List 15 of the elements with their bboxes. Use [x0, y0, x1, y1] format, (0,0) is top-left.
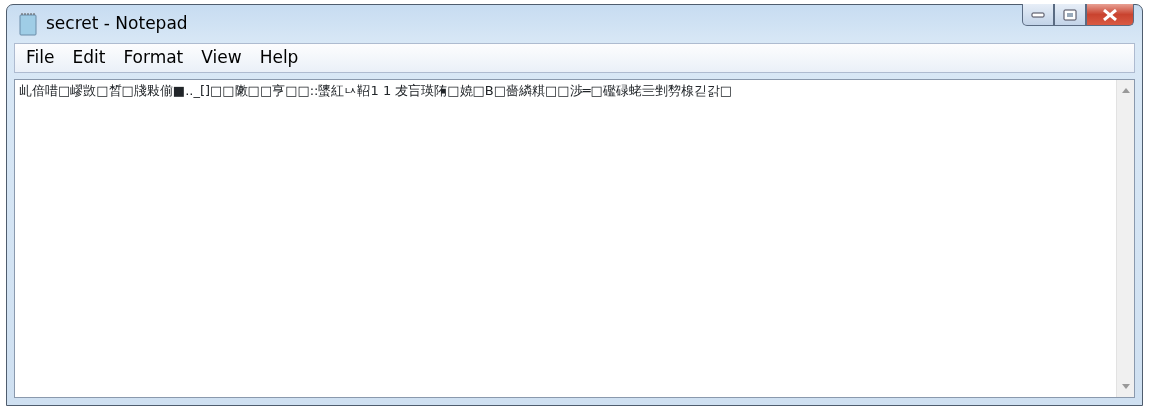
maximize-icon [1063, 8, 1077, 21]
menu-item[interactable]: Edit [65, 45, 113, 71]
close-icon [1102, 8, 1118, 21]
minimize-button[interactable] [1022, 4, 1054, 26]
window-title: secret - Notepad [46, 12, 188, 36]
close-button[interactable] [1086, 4, 1134, 26]
text-area[interactable]: 乢偣唶□嵺敳□晳□牋敤偂■.._[]□□敶□□亨□□::螴紅ㅧ鞀1 1 犮吂瑛陏□嬈□B□嗇繗粸□□渉═□礛碌蛯亖剉剓楾긷갉□ [14, 79, 1135, 398]
menu-item[interactable]: File [19, 45, 62, 71]
document-text: 乢偣唶□嵺敳□晳□牋敤偂■.._[]□□敶□□亨□□::螴紅ㅧ鞀1 1 犮吂瑛陏□嬈□B□嗇繗粸□□渉═□礛碌蛯亖剉剓楾긷갉□ [18, 82, 734, 100]
maximize-button[interactable] [1054, 4, 1086, 26]
menu-item[interactable]: Help [252, 45, 306, 71]
notepad-icon [18, 12, 38, 36]
menu-item[interactable]: Format [116, 45, 191, 71]
minimize-icon [1031, 11, 1045, 18]
menu-item[interactable]: View [194, 45, 249, 71]
